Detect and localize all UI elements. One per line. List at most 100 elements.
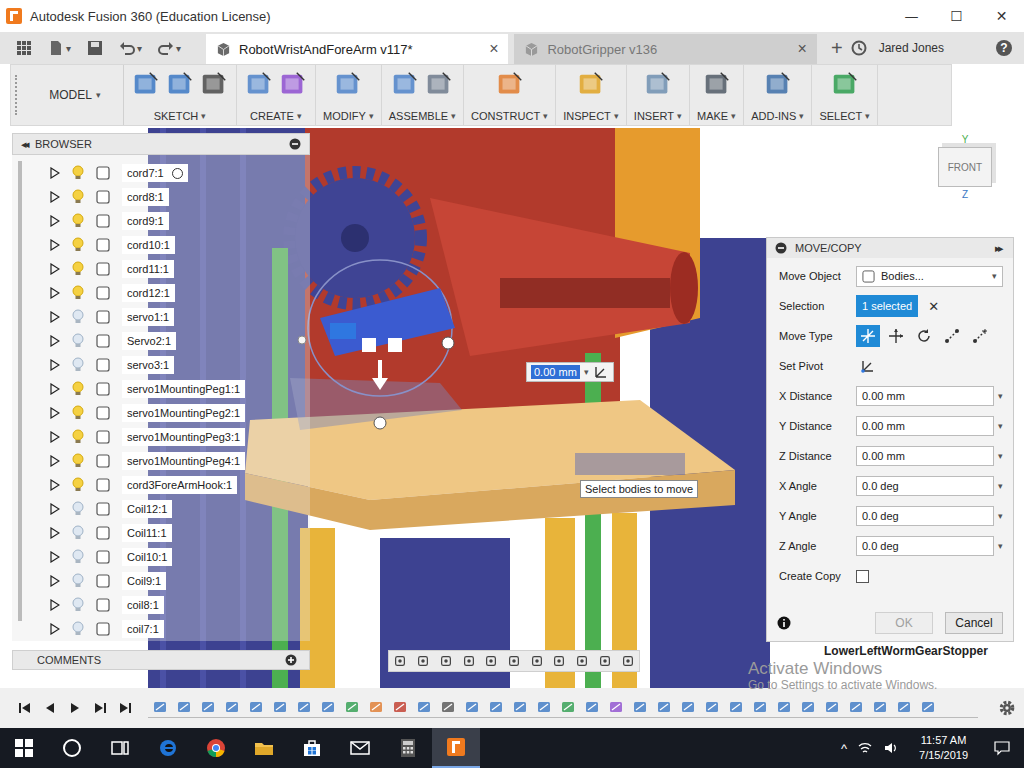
caret[interactable]: ▾ <box>998 511 1003 521</box>
timeline-feature-icon[interactable] <box>152 699 168 715</box>
canvas[interactable]: 0.00 mm▾Select bodies to moveYFRONTZ◂◂BR… <box>0 128 1024 688</box>
job-status-clock-icon[interactable] <box>851 40 867 56</box>
timeline-feature-icon[interactable] <box>848 699 864 715</box>
settings-gear-icon[interactable] <box>998 699 1016 717</box>
browser-item-label[interactable]: cord12:1 <box>122 284 175 302</box>
file-menu[interactable]: ▾ <box>48 40 71 56</box>
taskbar-app[interactable] <box>240 728 288 768</box>
visibility-bulb-icon[interactable] <box>72 285 84 301</box>
visibility-bulb-icon[interactable] <box>72 573 84 589</box>
visibility-bulb-icon[interactable] <box>72 549 84 565</box>
timeline-feature-icon[interactable] <box>800 699 816 715</box>
tool-icon[interactable] <box>702 69 732 99</box>
caret[interactable]: ▾ <box>998 451 1003 461</box>
tool-icon[interactable] <box>165 69 195 99</box>
expand-arrow-icon[interactable] <box>50 551 60 563</box>
timeline-feature-icon[interactable] <box>920 699 936 715</box>
browser-item[interactable]: servo1MountingPeg1:1 <box>28 377 310 401</box>
browser-item-label[interactable]: Coil12:1 <box>122 500 172 518</box>
toolbar-group[interactable]: SELECT▾ <box>812 65 878 125</box>
toolbar-group[interactable]: INSERT▾ <box>627 65 690 125</box>
visibility-bulb-icon[interactable] <box>72 621 84 637</box>
timeline-feature-icon[interactable] <box>368 699 384 715</box>
visibility-bulb-icon[interactable] <box>72 501 84 517</box>
expand-arrow-icon[interactable] <box>50 479 60 491</box>
info-icon[interactable] <box>777 616 791 630</box>
expand-arrow-icon[interactable] <box>50 575 60 587</box>
navigation-tool-icon[interactable] <box>393 654 407 668</box>
toolbar-group[interactable]: CREATE▾ <box>237 65 316 125</box>
navigation-tool-icon[interactable] <box>484 654 498 668</box>
notifications-icon[interactable] <box>994 740 1010 756</box>
expand-arrow-icon[interactable] <box>50 527 60 539</box>
dialog-header[interactable]: MOVE/COPY▸▸ <box>767 238 1013 258</box>
navigation-tool-icon[interactable] <box>621 654 635 668</box>
taskbar-app[interactable] <box>192 728 240 768</box>
expand-arrow-icon[interactable] <box>50 623 60 635</box>
tool-icon[interactable] <box>199 69 229 99</box>
dialog-button[interactable]: OK <box>875 612 933 634</box>
tool-icon[interactable] <box>333 69 363 99</box>
triad-icon[interactable] <box>593 364 609 380</box>
play-icon[interactable] <box>68 701 82 715</box>
navigation-tool-icon[interactable] <box>439 654 453 668</box>
expand-arrow-icon[interactable] <box>50 407 60 419</box>
taskbar-app[interactable] <box>144 728 192 768</box>
number-input[interactable]: 0.00 mm <box>856 386 994 406</box>
toolbar-group[interactable]: ASSEMBLE▾ <box>382 65 464 125</box>
browser-item[interactable]: cord7:1 <box>28 161 310 185</box>
caret[interactable]: ▾ <box>998 541 1003 551</box>
timeline-feature-icon[interactable] <box>320 699 336 715</box>
expand-arrow-icon[interactable] <box>50 359 60 371</box>
window-control-button[interactable]: ☐ <box>934 0 979 32</box>
browser-item-label[interactable]: cord10:1 <box>122 236 175 254</box>
timeline-feature-icon[interactable] <box>344 699 360 715</box>
expand-arrow-icon[interactable] <box>50 191 60 203</box>
visibility-bulb-icon[interactable] <box>72 477 84 493</box>
timeline-feature-icon[interactable] <box>584 699 600 715</box>
toolbar-group[interactable]: INSPECT▾ <box>556 65 627 125</box>
taskbar-app[interactable] <box>432 728 480 768</box>
tool-icon[interactable] <box>643 69 673 99</box>
step-back-icon[interactable] <box>43 701 57 715</box>
timeline-feature-icon[interactable] <box>200 699 216 715</box>
timeline-feature-icon[interactable] <box>536 699 552 715</box>
timeline-feature-icon[interactable] <box>704 699 720 715</box>
save-icon[interactable] <box>87 40 103 56</box>
expand-arrow-icon[interactable] <box>50 503 60 515</box>
view-cube[interactable]: YFRONTZ <box>938 134 992 200</box>
expand-arrow-icon[interactable] <box>50 383 60 395</box>
timeline-feature-icon[interactable] <box>728 699 744 715</box>
browser-item-label[interactable]: coil8:1 <box>122 596 164 614</box>
browser-item[interactable]: servo1MountingPeg2:1 <box>28 401 310 425</box>
timeline-feature-icon[interactable] <box>752 699 768 715</box>
move-type-button[interactable] <box>884 325 908 347</box>
document-tab[interactable]: RobotWristAndForeArm v117*× <box>206 34 508 64</box>
expand-arrow-icon[interactable] <box>50 455 60 467</box>
caret[interactable]: ▾ <box>998 421 1003 431</box>
timeline-feature-icon[interactable] <box>656 699 672 715</box>
timeline-feature-icon[interactable] <box>872 699 888 715</box>
visibility-bulb-icon[interactable] <box>72 261 84 277</box>
workspace-switcher[interactable]: MODEL▾ <box>27 65 124 125</box>
number-input[interactable]: 0.00 mm <box>856 446 994 466</box>
number-input[interactable]: 0.0 deg <box>856 506 994 526</box>
timeline-feature-icon[interactable] <box>488 699 504 715</box>
timeline-feature-icon[interactable] <box>296 699 312 715</box>
clear-selection-button[interactable]: ✕ <box>924 299 943 314</box>
tab-close-button[interactable]: × <box>798 40 807 58</box>
timeline-feature-icon[interactable] <box>512 699 528 715</box>
visibility-bulb-icon[interactable] <box>72 309 84 325</box>
taskbar-app[interactable] <box>288 728 336 768</box>
collapse-icon[interactable] <box>775 242 787 254</box>
browser-item[interactable]: servo1MountingPeg3:1 <box>28 425 310 449</box>
timeline-feature-icon[interactable] <box>824 699 840 715</box>
undo-menu[interactable]: ▾ <box>119 40 142 56</box>
move-type-button[interactable] <box>940 325 964 347</box>
redo-menu[interactable]: ▾ <box>158 40 181 56</box>
browser-item-label[interactable]: Servo2:1 <box>122 332 176 350</box>
browser-item[interactable]: cord11:1 <box>28 257 310 281</box>
browser-item[interactable]: Coil10:1 <box>28 545 310 569</box>
toolbar-group[interactable]: ADD-INS▾ <box>744 65 812 125</box>
browser-item[interactable]: coil7:1 <box>28 617 310 641</box>
